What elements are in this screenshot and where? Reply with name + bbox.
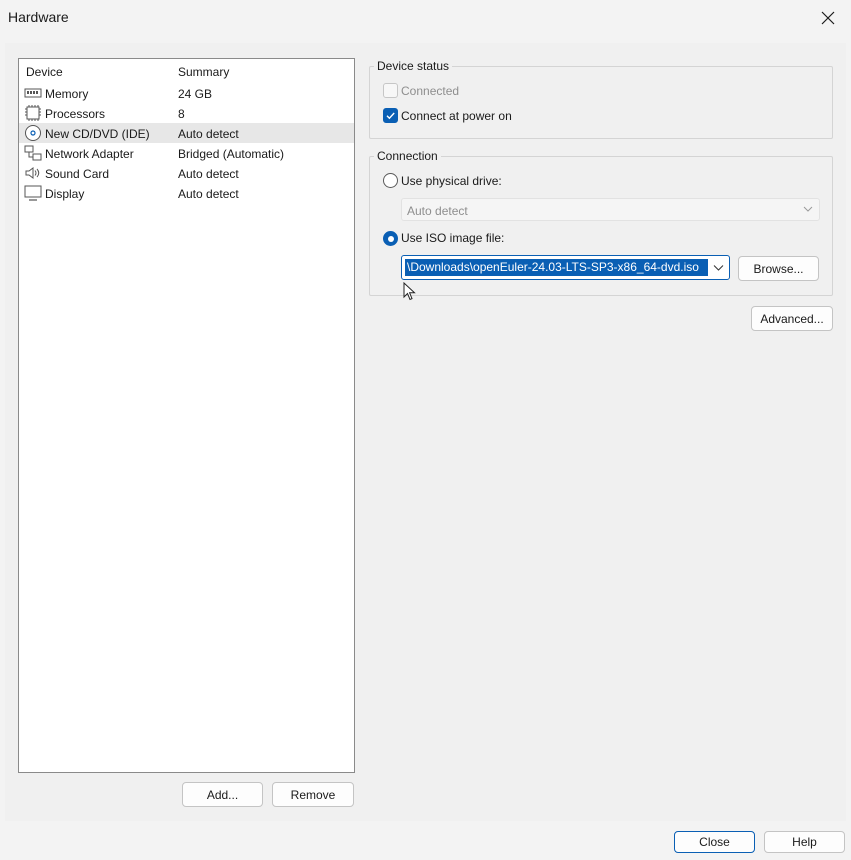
connected-checkbox[interactable] <box>383 83 398 98</box>
physical-drive-value: Auto detect <box>407 204 468 218</box>
device-summary: Auto detect <box>178 187 239 201</box>
use-physical-drive-label: Use physical drive: <box>401 174 502 188</box>
device-name: Processors <box>45 107 106 121</box>
use-iso-image-radio[interactable] <box>383 231 398 246</box>
window-title: Hardware <box>8 9 69 25</box>
display-icon <box>24 185 42 201</box>
device-name: Display <box>45 187 85 201</box>
sound-card-icon <box>25 167 40 179</box>
add-button[interactable]: Add... <box>182 782 263 807</box>
connect-at-power-on-label: Connect at power on <box>401 109 512 123</box>
device-name: Network Adapter <box>45 147 134 161</box>
processor-icon <box>25 105 41 121</box>
list-header: Device Summary <box>19 59 354 83</box>
column-header-device[interactable]: Device <box>26 65 63 79</box>
connected-label: Connected <box>401 84 460 98</box>
device-row-cd-dvd[interactable]: New CD/DVD (IDE) Auto detect <box>19 123 354 143</box>
chevron-down-icon[interactable] <box>713 262 724 273</box>
cd-dvd-icon <box>25 125 41 141</box>
help-button[interactable]: Help <box>764 831 845 853</box>
device-status-legend: Device status <box>374 59 453 73</box>
device-row-sound-card[interactable]: Sound Card Auto detect <box>19 163 354 183</box>
advanced-button[interactable]: Advanced... <box>751 306 833 331</box>
use-iso-image-label: Use ISO image file: <box>401 231 505 245</box>
column-header-summary[interactable]: Summary <box>178 65 229 79</box>
device-summary: 24 GB <box>178 87 213 101</box>
device-name: Memory <box>45 87 89 101</box>
remove-button[interactable]: Remove <box>272 782 354 807</box>
device-summary: Auto detect <box>178 167 239 181</box>
connection-legend: Connection <box>374 149 441 163</box>
device-list[interactable]: Device Summary Memory 24 GB Processors 8… <box>18 58 355 773</box>
checkmark-icon <box>386 112 395 120</box>
device-name: Sound Card <box>45 167 110 181</box>
mouse-pointer-icon <box>403 282 416 301</box>
iso-path-input[interactable]: \Downloads\openEuler-24.03-LTS-SP3-x86_6… <box>405 259 708 276</box>
device-row-network-adapter[interactable]: Network Adapter Bridged (Automatic) <box>19 143 354 163</box>
iso-path-combobox[interactable]: \Downloads\openEuler-24.03-LTS-SP3-x86_6… <box>401 255 730 280</box>
device-summary: Bridged (Automatic) <box>178 147 285 161</box>
device-summary: Auto detect <box>178 127 239 141</box>
window-close-button[interactable] <box>805 0 851 36</box>
connect-at-power-on-checkbox[interactable] <box>383 108 398 123</box>
device-summary: 8 <box>178 107 185 121</box>
device-row-memory[interactable]: Memory 24 GB <box>19 83 354 103</box>
chevron-down-icon <box>803 206 813 212</box>
device-name: New CD/DVD (IDE) <box>45 127 150 141</box>
device-row-display[interactable]: Display Auto detect <box>19 183 354 203</box>
physical-drive-select[interactable]: Auto detect <box>401 198 820 221</box>
use-physical-drive-radio[interactable] <box>383 173 398 188</box>
device-row-processors[interactable]: Processors 8 <box>19 103 354 123</box>
close-icon <box>821 11 835 25</box>
memory-icon <box>24 88 42 98</box>
network-adapter-icon <box>24 145 42 161</box>
browse-button[interactable]: Browse... <box>738 256 819 281</box>
close-button[interactable]: Close <box>674 831 755 853</box>
title-bar: Hardware <box>0 0 851 36</box>
device-status-group <box>369 66 833 139</box>
